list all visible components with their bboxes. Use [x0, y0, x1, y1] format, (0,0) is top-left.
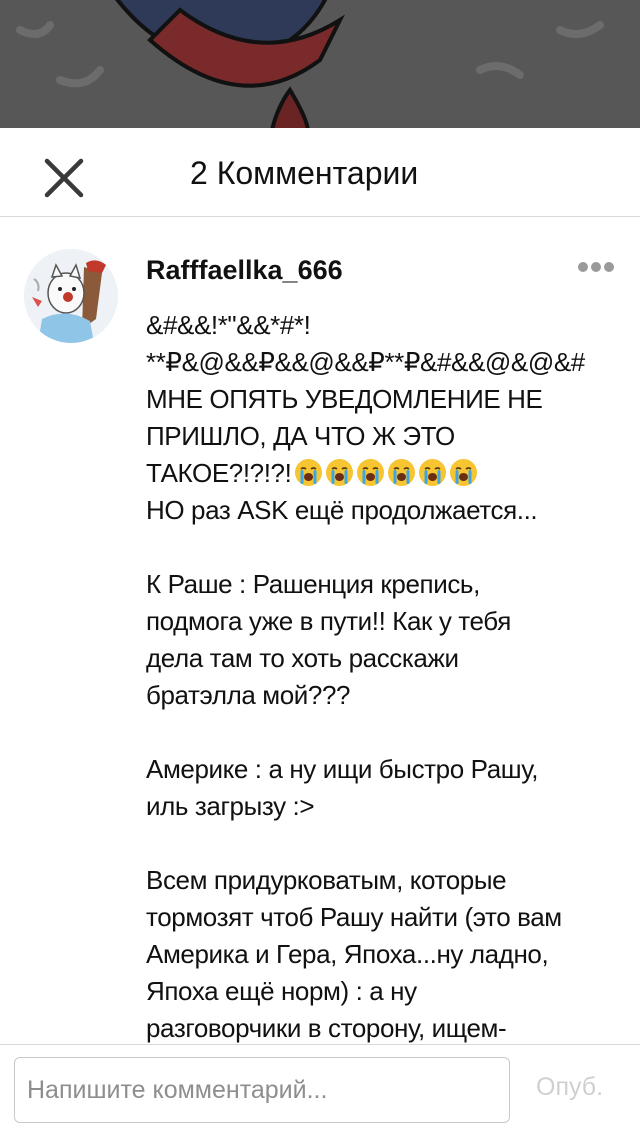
- comment-line: Америка и Гера, Япоха...ну ладно,: [146, 939, 549, 969]
- comments-header: 2 Комментарии: [0, 128, 640, 217]
- comment-line: МНЕ ОПЯТЬ УВЕДОМЛЕНИЕ НЕ: [146, 384, 543, 414]
- comment-line: [146, 529, 616, 566]
- comment-line: дела там то хоть расскажи: [146, 643, 459, 673]
- more-horizontal-icon: [604, 262, 614, 272]
- comment-line: братэлла мой???: [146, 680, 351, 710]
- comment-line-with-emoji: ТАКОЕ?!?!?!: [146, 455, 616, 492]
- page-title: 2 Комментарии: [190, 155, 419, 191]
- comment-username[interactable]: Rafffaellka_666: [146, 255, 343, 286]
- loudly-crying-face-icon: [419, 459, 447, 486]
- more-options-button[interactable]: [578, 259, 618, 273]
- post-image-background: [0, 0, 640, 140]
- comment-line: подмога уже в пути!! Как у тебя: [146, 606, 511, 636]
- avatar[interactable]: [24, 249, 118, 343]
- close-icon: [44, 158, 84, 198]
- comment-line: [146, 714, 616, 751]
- publish-button[interactable]: Опуб.: [536, 1073, 603, 1102]
- close-button[interactable]: [36, 148, 92, 204]
- comment-input[interactable]: [14, 1057, 510, 1123]
- comment-line: тормозят чтоб Рашу найти (это вам: [146, 902, 562, 932]
- comment-line: Америке : а ну ищи быстро Рашу,: [146, 754, 539, 784]
- more-horizontal-icon: [591, 262, 601, 272]
- emoji-row: [291, 458, 478, 488]
- comment-line: Всем придурковатым, которые: [146, 865, 507, 895]
- comment-line: К Раше : Рашенция крепись,: [146, 569, 480, 599]
- comment-body: &#&&!*"&&*#*! **₽&@&&₽&&@&&₽**₽&#&&@&@&#…: [146, 307, 616, 1043]
- loudly-crying-face-icon: [295, 459, 323, 486]
- comment-line: Япоха ещё норм) : а ну: [146, 976, 417, 1006]
- comment-line: [146, 825, 616, 862]
- more-horizontal-icon: [578, 262, 588, 272]
- comment-line: иль загрызу :>: [146, 791, 315, 821]
- loudly-crying-face-icon: [388, 459, 416, 486]
- comment-line: &#&&!*"&&*#*!: [146, 310, 311, 340]
- comments-sheet: 2 Комментарии Rafffaellka_666 &#&&!*"&&*…: [0, 128, 640, 1137]
- loudly-crying-face-icon: [450, 459, 478, 486]
- comment-input-bar: Опуб.: [0, 1044, 640, 1137]
- comment-line: разговорчики в сторону, ищем-: [146, 1013, 507, 1043]
- loudly-crying-face-icon: [326, 459, 354, 486]
- comment-line: НО раз ASK ещё продолжается...: [146, 495, 538, 525]
- comment-line-text: ТАКОЕ?!?!?!: [146, 458, 292, 488]
- loudly-crying-face-icon: [357, 459, 385, 486]
- comment-line: ПРИШЛО, ДА ЧТО Ж ЭТО: [146, 421, 455, 451]
- comment-list: Rafffaellka_666 &#&&!*"&&*#*! **₽&@&&₽&&…: [0, 217, 640, 1043]
- comment-line: **₽&@&&₽&&@&&₽**₽&#&&@&@&#: [146, 347, 585, 377]
